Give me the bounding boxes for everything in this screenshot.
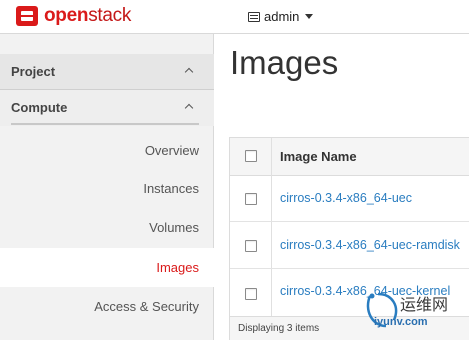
sidebar-item-label: Volumes bbox=[149, 220, 199, 235]
sidebar-section-project[interactable]: Project bbox=[0, 54, 214, 90]
image-name-link[interactable]: cirros-0.3.4-x86_64-uec-ramdisk bbox=[280, 238, 460, 252]
project-selector[interactable]: admin bbox=[248, 9, 314, 24]
chevron-up-icon bbox=[184, 103, 194, 113]
brand-name[interactable]: openstack bbox=[44, 5, 131, 27]
caret-down-icon bbox=[305, 14, 314, 19]
project-icon bbox=[248, 11, 260, 22]
sidebar-item-label: Overview bbox=[144, 143, 199, 158]
sidebar-item-label: Instances bbox=[143, 181, 199, 196]
sidebar-item-instances[interactable]: Instances bbox=[0, 169, 214, 208]
sidebar-item-label: Access & Security bbox=[94, 299, 199, 314]
sidebar-section-compute[interactable]: Compute bbox=[0, 90, 214, 126]
openstack-logo-icon[interactable] bbox=[16, 6, 38, 26]
sidebar-item-images[interactable]: Images bbox=[0, 248, 214, 287]
item-count: Displaying 3 items bbox=[238, 323, 320, 334]
sidebar-section-label: Project bbox=[11, 64, 56, 79]
image-name-link[interactable]: cirros-0.3.4-x86_64-uec bbox=[280, 191, 412, 205]
column-header-image-name[interactable]: Image Name bbox=[280, 149, 357, 164]
watermark: 运维网 iyunv.com bbox=[364, 290, 469, 340]
sidebar-item-label: Images bbox=[156, 260, 199, 275]
top-bar: openstack admin bbox=[0, 0, 469, 34]
select-all-checkbox[interactable] bbox=[245, 150, 257, 162]
row-checkbox[interactable] bbox=[245, 240, 257, 252]
section-divider bbox=[11, 123, 199, 125]
app-root: openstack admin Project Compute Overview… bbox=[0, 0, 469, 340]
watermark-url: iyunv.com bbox=[374, 316, 428, 328]
brand-name-bold: open bbox=[44, 5, 89, 26]
table-header: Image Name bbox=[230, 138, 469, 176]
page-title: Images bbox=[230, 44, 339, 81]
sidebar-section-label: Compute bbox=[11, 100, 68, 115]
sidebar-item-access-security[interactable]: Access & Security bbox=[0, 287, 214, 326]
sidebar-item-volumes[interactable]: Volumes bbox=[0, 208, 214, 247]
watermark-text: 运维网 bbox=[400, 297, 449, 314]
table-row: cirros-0.3.4-x86_64-uec bbox=[230, 176, 469, 222]
sidebar: Project Compute Overview Instances Volum… bbox=[0, 34, 214, 340]
brand-name-rest: stack bbox=[88, 5, 132, 26]
sidebar-item-overview[interactable]: Overview bbox=[0, 131, 214, 170]
table-row: cirros-0.3.4-x86_64-uec-ramdisk bbox=[230, 223, 469, 269]
row-checkbox[interactable] bbox=[245, 288, 257, 300]
project-label: admin bbox=[264, 9, 300, 24]
chevron-up-icon bbox=[184, 67, 194, 77]
row-checkbox[interactable] bbox=[245, 193, 257, 205]
